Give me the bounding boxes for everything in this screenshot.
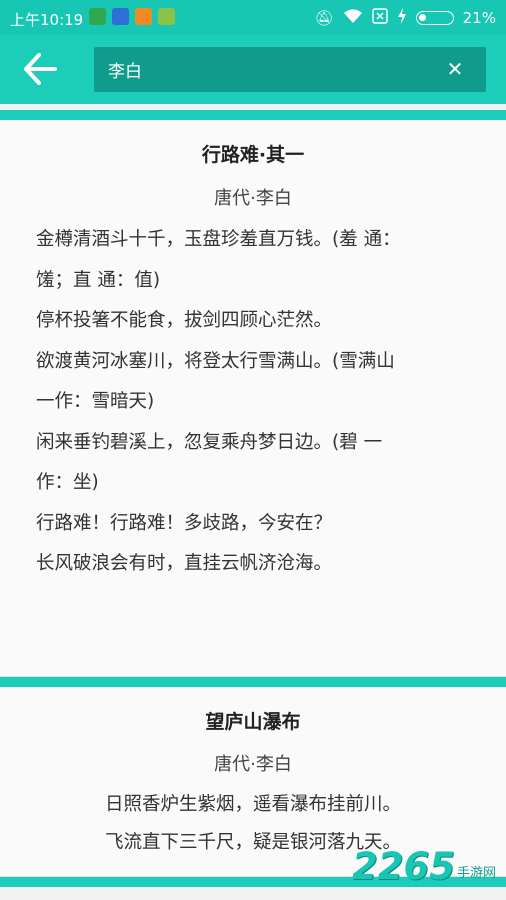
search-box: ✕	[94, 47, 486, 92]
sim-icon	[371, 8, 388, 28]
section-divider	[0, 677, 506, 687]
app-lime-icon	[158, 8, 175, 25]
watermark-text: 手游网	[456, 866, 496, 881]
system-icons: 🔕︎ 21%	[315, 8, 496, 28]
search-input[interactable]	[94, 47, 434, 92]
poem-line: 馐；直 通：值)	[36, 269, 161, 291]
poem-line: 金樽清酒斗十千，玉盘珍羞直万钱。(羞 通：	[36, 229, 401, 250]
poem-author: 唐代·李白	[214, 754, 292, 775]
poem-title: 望庐山瀑布	[205, 711, 301, 733]
2265-logo: 2265 手游网	[352, 847, 496, 887]
poem-author: 唐代·李白	[214, 188, 292, 209]
poem-line: 行路难！行路难！多歧路，今安在？	[36, 512, 333, 534]
battery-icon	[415, 11, 454, 25]
toolbar: ✕	[0, 35, 506, 104]
poem-line: 停杯投箸不能食，拔剑四顾心茫然。	[36, 310, 333, 331]
poem-line: 作：坐)	[36, 472, 99, 493]
app-green-icon	[89, 8, 106, 25]
status-time: 上午10:19	[10, 11, 84, 29]
shield-blue-icon	[112, 8, 129, 25]
poem-line: 欲渡黄河冰塞川，将登太行雪满山。(雪满山	[36, 350, 395, 372]
poem-body: 金樽清酒斗十千，玉盘珍羞直万钱。(羞 通： 馐；直 通：值) 停杯投箸不能食，拔…	[36, 220, 476, 585]
watermark-number: 2265	[352, 845, 455, 888]
poem-line: 闲来垂钓碧溪上，忽复乘舟梦日边。(碧 一	[36, 431, 383, 453]
notification-icons	[89, 8, 175, 25]
close-icon[interactable]: ✕	[444, 57, 466, 81]
mute-icon: 🔕︎	[314, 8, 334, 27]
poem-line: 一作：雪暗天)	[36, 391, 155, 412]
wifi-icon	[343, 8, 363, 28]
poem-title: 行路难·其一	[201, 144, 305, 166]
arrow-left-icon[interactable]	[22, 51, 62, 87]
status-bar: 上午10:19 🔕︎ 21%	[0, 0, 506, 35]
poem-card[interactable]: 行路难·其一 唐代·李白 金樽清酒斗十千，玉盘珍羞直万钱。(羞 通： 馐；直 通…	[0, 120, 506, 677]
poem-line: 长风破浪会有时，直挂云帆济沧海。	[36, 553, 333, 574]
poem-line: 日照香炉生紫烟，遥看瀑布挂前川。	[104, 794, 401, 815]
section-divider	[0, 110, 506, 120]
charging-icon	[397, 8, 407, 28]
battery-percent: 21%	[462, 9, 496, 27]
app-orange-icon	[135, 8, 152, 25]
